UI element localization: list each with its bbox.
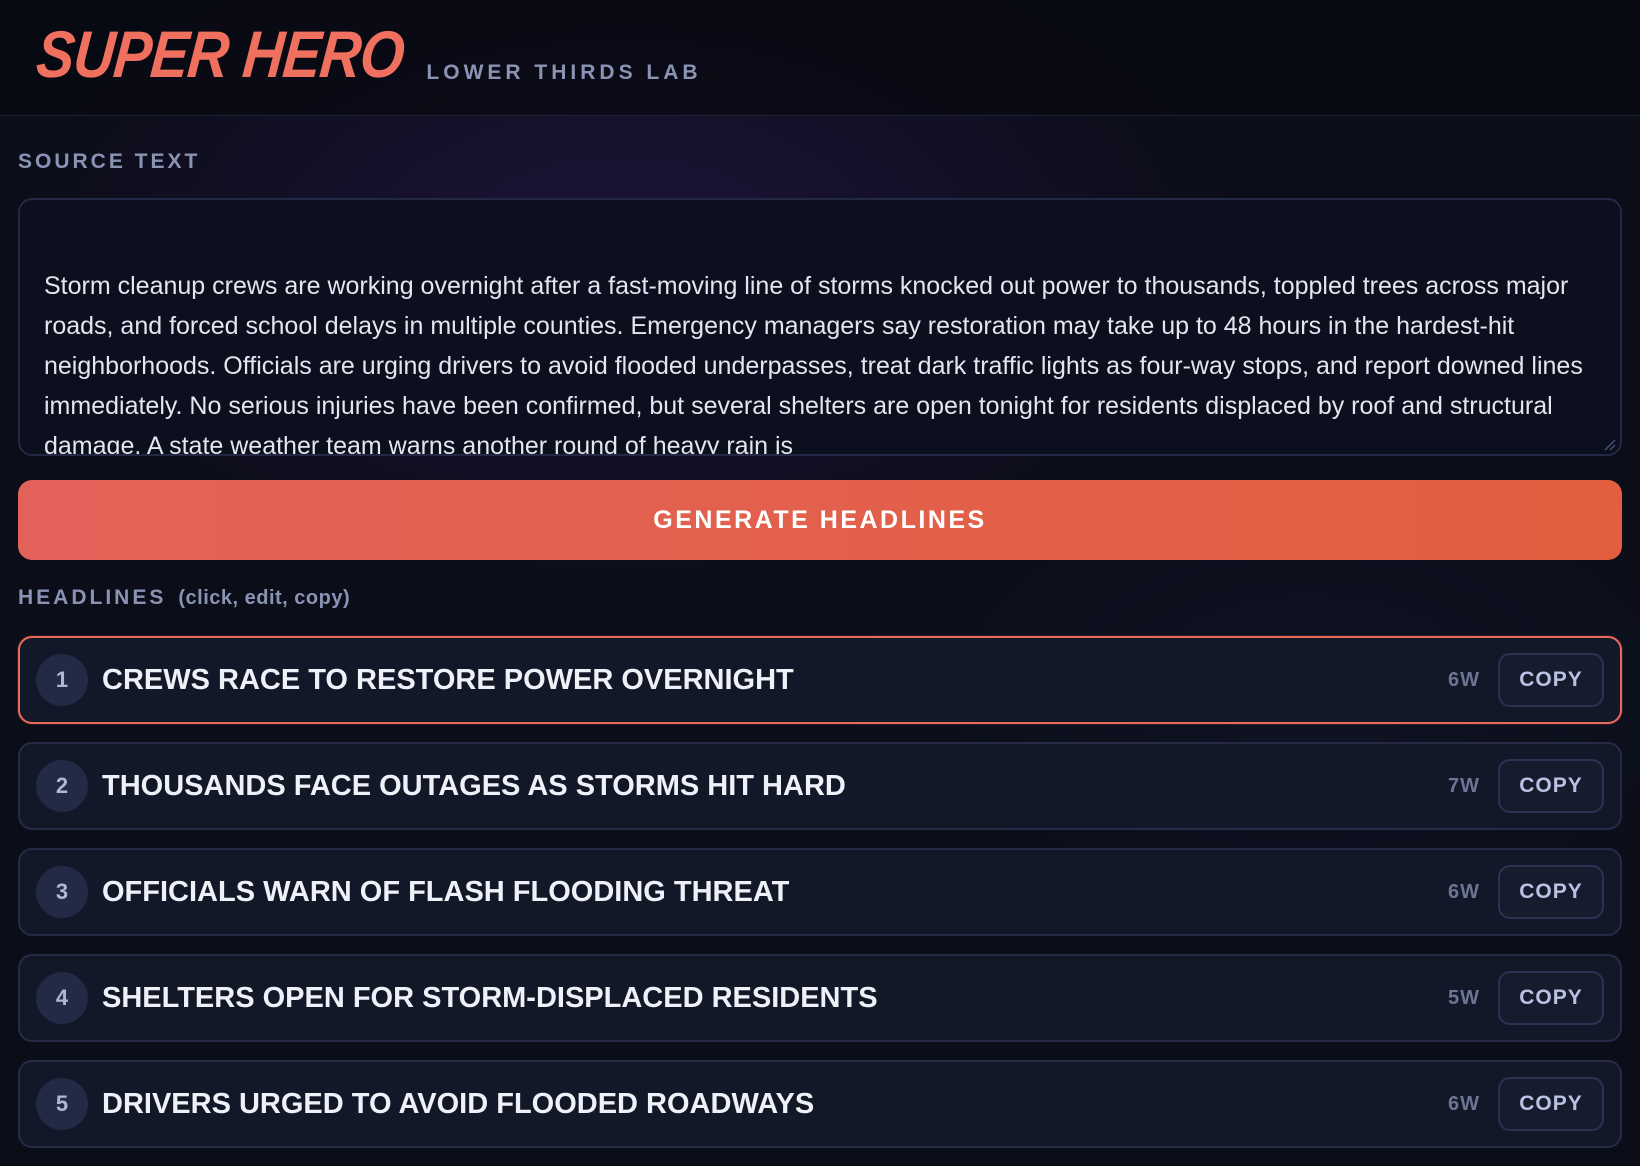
app-logo: SUPER HERO [33,17,408,91]
headline-list: 1 CREWS RACE TO RESTORE POWER OVERNIGHT … [18,636,1622,1148]
copy-button[interactable]: COPY [1498,653,1604,707]
app-subtitle: LOWER THIRDS LAB [426,61,702,84]
word-count: 6W [1448,880,1480,903]
headlines-label: HEADLINES [18,586,167,609]
headline-text[interactable]: OFFICIALS WARN OF FLASH FLOODING THREAT [102,876,1448,909]
headline-text[interactable]: SHELTERS OPEN FOR STORM-DISPLACED RESIDE… [102,982,1448,1015]
headline-text[interactable]: CREWS RACE TO RESTORE POWER OVERNIGHT [102,664,1448,697]
headline-row[interactable]: 3 OFFICIALS WARN OF FLASH FLOODING THREA… [18,848,1622,936]
headline-text[interactable]: DRIVERS URGED TO AVOID FLOODED ROADWAYS [102,1088,1448,1121]
headline-number-badge: 1 [36,654,88,706]
headline-number-badge: 4 [36,972,88,1024]
copy-button[interactable]: COPY [1498,1077,1604,1131]
headline-number-badge: 5 [36,1078,88,1130]
resize-grip-icon[interactable] [1602,437,1616,451]
headline-text[interactable]: THOUSANDS FACE OUTAGES AS STORMS HIT HAR… [102,770,1448,803]
headline-row[interactable]: 4 SHELTERS OPEN FOR STORM-DISPLACED RESI… [18,954,1622,1042]
headline-row[interactable]: 1 CREWS RACE TO RESTORE POWER OVERNIGHT … [18,636,1622,724]
headline-number-badge: 3 [36,866,88,918]
headline-row[interactable]: 5 DRIVERS URGED TO AVOID FLOODED ROADWAY… [18,1060,1622,1148]
headlines-header: HEADLINES (click, edit, copy) [18,586,1622,614]
word-count: 6W [1448,668,1480,691]
word-count: 5W [1448,986,1480,1009]
copy-button[interactable]: COPY [1498,865,1604,919]
source-text-label: SOURCE TEXT [18,150,201,173]
app-header: SUPER HERO LOWER THIRDS LAB [0,0,1640,116]
copy-button[interactable]: COPY [1498,971,1604,1025]
source-text-input[interactable]: Storm cleanup crews are working overnigh… [18,198,1622,456]
word-count: 6W [1448,1092,1480,1115]
generate-headlines-button[interactable]: GENERATE HEADLINES [18,480,1622,560]
headlines-hint: (click, edit, copy) [178,587,351,609]
word-count: 7W [1448,774,1480,797]
headline-row[interactable]: 2 THOUSANDS FACE OUTAGES AS STORMS HIT H… [18,742,1622,830]
main-content: SOURCE TEXT Storm cleanup crews are work… [0,150,1640,1148]
headline-number-badge: 2 [36,760,88,812]
source-text-value: Storm cleanup crews are working overnigh… [44,272,1583,456]
copy-button[interactable]: COPY [1498,759,1604,813]
